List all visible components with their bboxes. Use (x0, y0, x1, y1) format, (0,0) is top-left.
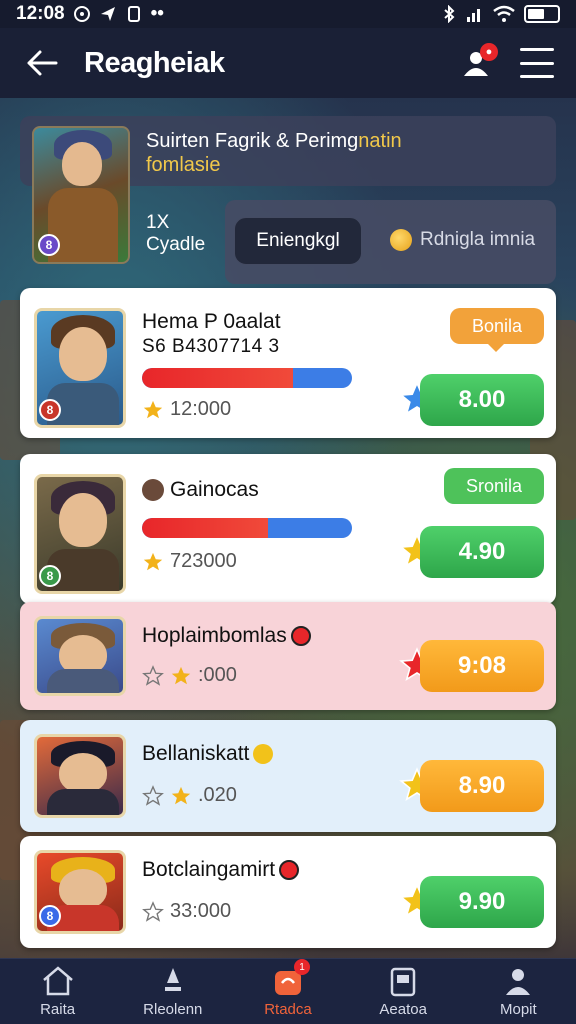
player-avatar (34, 616, 126, 696)
list-item[interactable]: Hoplaimbomlas :000 9:08 (20, 602, 556, 710)
list-item[interactable]: 8 Hema P 0aalat S6 B4307714 3 12:000 Bon… (20, 288, 556, 438)
red-badge-icon (279, 860, 300, 880)
list-item[interactable]: Bellaniskatt .020 8.90 (20, 720, 556, 832)
bonus-tag[interactable]: Sronila (443, 468, 544, 504)
player-name: Hema P 0aalat (142, 310, 281, 333)
menu-button[interactable] (520, 48, 554, 78)
app-header: Reagheiak ● (0, 28, 576, 98)
player-score: 723000 (142, 550, 237, 573)
send-icon (100, 7, 115, 21)
notifications-button[interactable]: ● (458, 43, 498, 81)
arrow-left-icon (27, 50, 58, 76)
hero-subtitle: fomlasie (146, 154, 221, 176)
profile-icon (506, 969, 531, 995)
battery-icon (524, 5, 560, 23)
value-button[interactable]: 9:08 (420, 640, 544, 692)
nav-item-shop[interactable]: Aeatoa (353, 965, 453, 1018)
menu-line-icon (520, 61, 554, 65)
star-outline-icon (142, 664, 164, 686)
player-id: S6 B4307714 3 (142, 336, 280, 357)
star-outline-icon (142, 784, 164, 806)
star-icon (171, 786, 191, 804)
list-item[interactable]: 8 Gainocas 723000 Sronila 4.90 (20, 454, 556, 604)
player-name: Hoplaimbomlas (142, 624, 311, 648)
shop-icon (390, 967, 416, 997)
hero-level-badge: 8 (38, 234, 60, 256)
star-icon (143, 400, 163, 418)
player-score: :000 (142, 664, 237, 687)
list-item[interactable]: 8 Botclaingamirt 33:000 9.90 (20, 836, 556, 948)
player-score: .020 (142, 784, 237, 807)
menu-line-icon (520, 75, 554, 78)
player-avatar (34, 734, 126, 818)
wifi-icon (493, 5, 515, 22)
player-name: Botclaingamirt (142, 858, 300, 882)
bottom-nav: Raita Rleolenn 1 Rtadca Aeatoa Mopit (0, 958, 576, 1024)
red-badge-icon (290, 626, 311, 646)
trophy-icon (164, 968, 181, 991)
bluetooth-icon (444, 5, 455, 23)
hero-avatar: 8 (32, 126, 130, 264)
hero-link-label: Rdnigla imnia (420, 229, 536, 250)
hero-stat-label: Cyadle (146, 234, 206, 255)
player-name: Bellaniskatt (142, 742, 274, 766)
home-icon (42, 966, 73, 996)
mini-avatar-icon (142, 479, 164, 501)
player-score: 33:000 (142, 900, 231, 923)
nav-item-home[interactable]: Raita (8, 965, 108, 1018)
value-button[interactable]: 4.90 (420, 526, 544, 578)
progress-bar (142, 518, 352, 538)
nav-item-active-tab[interactable]: 1 Rtadca (238, 959, 338, 1018)
player-score: 12:000 (142, 398, 231, 421)
player-avatar: 8 (34, 308, 126, 428)
hero-action-button[interactable]: Eniengkgl (234, 217, 362, 265)
status-bar: 12:08 •• (0, 0, 576, 28)
level-badge: 8 (39, 399, 61, 421)
more-dots-icon: •• (150, 3, 164, 24)
value-button[interactable]: 8.90 (420, 760, 544, 812)
hero-title: Suirten Fagrik & Perimgnatin (146, 130, 402, 152)
menu-line-icon (520, 48, 554, 51)
level-badge: 8 (39, 905, 61, 927)
back-button[interactable] (22, 43, 62, 83)
hero-card: 8 Suirten Fagrik & Perimgnatin fomlasie … (20, 116, 556, 286)
nav-item-profile[interactable]: Mopit (468, 965, 568, 1018)
level-badge: 8 (39, 565, 61, 587)
value-button[interactable]: 8.00 (420, 374, 544, 426)
player-avatar: 8 (34, 474, 126, 594)
player-name: Gainocas (142, 478, 259, 502)
star-outline-icon (142, 900, 164, 922)
hero-stat-number: 1X (146, 212, 170, 233)
status-time: 12:08 (16, 3, 65, 24)
page-title: Reagheiak (84, 46, 225, 79)
notification-badge: ● (480, 43, 498, 61)
circle-icon (73, 6, 90, 22)
star-icon (171, 666, 191, 684)
coin-icon (390, 229, 412, 251)
star-icon (143, 552, 163, 570)
progress-bar (142, 368, 352, 388)
gold-badge-icon (253, 744, 274, 764)
bonus-tag[interactable]: Bonila (449, 308, 544, 352)
sim-icon (127, 6, 140, 22)
signal-icon (467, 9, 480, 22)
player-avatar: 8 (34, 850, 126, 934)
nav-badge: 1 (293, 959, 310, 975)
hero-link[interactable]: Rdnigla imnia (390, 229, 535, 251)
nav-item-leaderboard[interactable]: Rleolenn (123, 965, 223, 1018)
value-button[interactable]: 9.90 (420, 876, 544, 928)
